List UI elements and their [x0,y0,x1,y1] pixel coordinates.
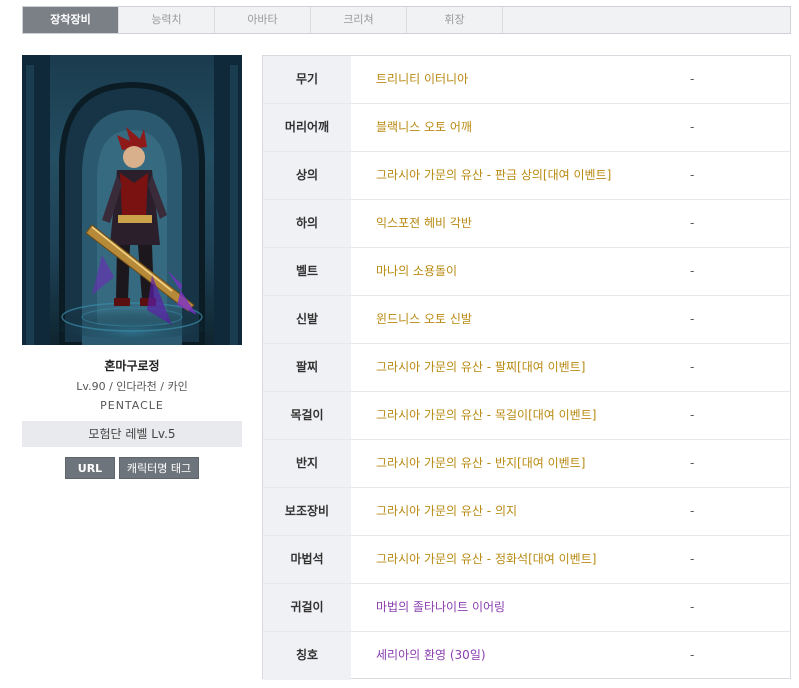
equipment-slot-label: 보조장비 [263,488,351,535]
equipment-option: - [690,312,695,326]
equipment-row: 마법석 그라시아 가문의 유산 - 정화석[대여 이벤트] - [263,536,790,584]
equipment-row: 보조장비 그라시아 가문의 유산 - 의지 - [263,488,790,536]
equipment-row: 머리어깨 블랙니스 오토 어깨 - [263,104,790,152]
equipment-row: 팔찌 그라시아 가문의 유산 - 팔찌[대여 이벤트] - [263,344,790,392]
equipment-row: 하의 익스포젼 헤비 각반 - [263,200,790,248]
character-info: Lv.90 / 인다라천 / 카인 [76,380,188,393]
equipment-slot-label: 반지 [263,440,351,487]
equipment-item-name[interactable]: 익스포젼 헤비 각반 [351,200,690,247]
equipment-slot-label: 귀걸이 [263,584,351,631]
equipment-item-name[interactable]: 그라시아 가문의 유산 - 판금 상의[대여 이벤트] [351,152,690,199]
equipment-slot-label: 마법석 [263,536,351,583]
equipment-option: - [690,216,695,230]
tab-equipment[interactable]: 장착장비 [23,7,119,33]
tab-emblem[interactable]: 휘장 [407,7,503,33]
equipment-item-name[interactable]: 그라시아 가문의 유산 - 의지 [351,488,690,535]
equipment-row: 귀걸이 마법의 졸타나이트 이어링 - [263,584,790,632]
guild-name: PENTACLE [100,399,164,412]
tab-avatar[interactable]: 아바타 [215,7,311,33]
equipment-slot-label: 무기 [263,56,351,103]
tab-creature[interactable]: 크리쳐 [311,7,407,33]
url-button[interactable]: URL [65,457,115,479]
equipment-option: - [690,360,695,374]
equipment-row: 벨트 마나의 소용돌이 - [263,248,790,296]
equipment-slot-label: 팔찌 [263,344,351,391]
equipment-row: 상의 그라시아 가문의 유산 - 판금 상의[대여 이벤트] - [263,152,790,200]
equipment-option: - [690,120,695,134]
equipment-slot-label: 벨트 [263,248,351,295]
character-portrait [22,55,242,345]
tab-stats[interactable]: 능력치 [119,7,215,33]
equipment-option: - [690,504,695,518]
equipment-option: - [690,552,695,566]
equipment-option: - [690,648,695,662]
equipment-slot-label: 목걸이 [263,392,351,439]
equipment-item-name[interactable]: 그라시아 가문의 유산 - 정화석[대여 이벤트] [351,536,690,583]
equipment-slot-label: 칭호 [263,632,351,680]
equipment-slot-label: 머리어깨 [263,104,351,151]
character-name: 혼마구로정 [104,359,160,373]
equipment-item-name[interactable]: 세리아의 환영 (30일) [351,632,690,680]
equipment-option: - [690,408,695,422]
equipment-option: - [690,456,695,470]
equipment-item-name[interactable]: 트리니티 이터니아 [351,56,690,103]
equipment-item-name[interactable]: 마법의 졸타나이트 이어링 [351,584,690,631]
equipment-option: - [690,72,695,86]
equipment-row: 신발 윈드니스 오토 신발 - [263,296,790,344]
equipment-row: 반지 그라시아 가문의 유산 - 반지[대여 이벤트] - [263,440,790,488]
equipment-table: 무기 트리니티 이터니아 - 머리어깨 블랙니스 오토 어깨 - 상의 그라시아 가문의 유산… [262,55,791,680]
adventure-level: 모험단 레벨 Lv.5 [22,421,242,447]
equipment-item-name[interactable]: 마나의 소용돌이 [351,248,690,295]
character-tag-button[interactable]: 캐릭터명 태그 [119,457,199,479]
equipment-row: 무기 트리니티 이터니아 - [263,56,790,104]
equipment-slot-label: 하의 [263,200,351,247]
equipment-item-name[interactable]: 그라시아 가문의 유산 - 팔찌[대여 이벤트] [351,344,690,391]
equipment-item-name[interactable]: 그라시아 가문의 유산 - 목걸이[대여 이벤트] [351,392,690,439]
equipment-item-name[interactable]: 블랙니스 오토 어깨 [351,104,690,151]
equipment-tabs: 장착장비 능력치 아바타 크리쳐 휘장 [22,6,791,34]
equipment-item-name[interactable]: 그라시아 가문의 유산 - 반지[대여 이벤트] [351,440,690,487]
equipment-slot-label: 상의 [263,152,351,199]
equipment-option: - [690,168,695,182]
equipment-option: - [690,264,695,278]
equipment-row: 칭호 세리아의 환영 (30일) - [263,632,790,680]
equipment-row: 목걸이 그라시아 가문의 유산 - 목걸이[대여 이벤트] - [263,392,790,440]
equipment-item-name[interactable]: 윈드니스 오토 신발 [351,296,690,343]
equipment-slot-label: 신발 [263,296,351,343]
equipment-option: - [690,600,695,614]
